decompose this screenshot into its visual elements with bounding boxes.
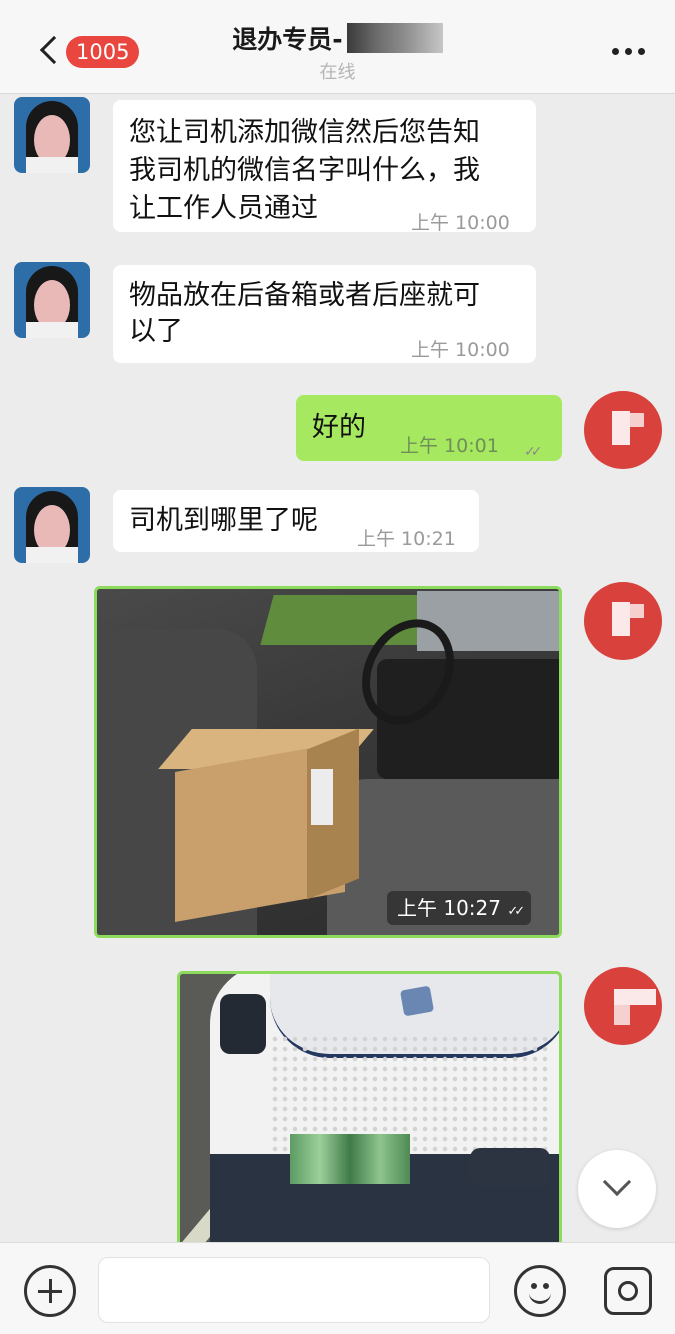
- message-bubble[interactable]: 司机到哪里了呢 上午 10:21: [113, 490, 479, 552]
- message-bubble[interactable]: 物品放在后备箱或者后座就可 以了 上午 10:00: [113, 265, 536, 363]
- message-text-line: 以了: [129, 316, 183, 347]
- more-horizontal-icon: [638, 48, 645, 55]
- blurred-license-plate: [290, 1134, 410, 1184]
- message-time: 上午 10:00: [411, 339, 510, 361]
- message-input[interactable]: [98, 1257, 490, 1323]
- agent-avatar[interactable]: [14, 97, 90, 173]
- car-logo: [399, 985, 435, 1017]
- online-status: 在线: [319, 62, 356, 83]
- camera-button[interactable]: [604, 1267, 652, 1315]
- message-text-line: 让工作人员通过: [129, 193, 318, 224]
- chevron-down-icon: [602, 1167, 632, 1197]
- attach-button[interactable]: [24, 1265, 76, 1317]
- plus-icon: [49, 1279, 52, 1303]
- more-button[interactable]: [604, 36, 654, 66]
- read-receipt-icon: ✓✓: [507, 904, 525, 919]
- smiley-icon: [529, 1292, 551, 1304]
- message-list[interactable]: 您让司机添加微信然后您告知 我司机的微信名字叫什么，我 让工作人员通过 上午 1…: [0, 95, 675, 1242]
- more-horizontal-icon: [625, 48, 632, 55]
- chat-title-wrap[interactable]: 退办专员-: [0, 20, 675, 56]
- input-bar: [0, 1242, 675, 1334]
- agent-avatar[interactable]: [14, 262, 90, 338]
- more-horizontal-icon: [612, 48, 619, 55]
- my-avatar[interactable]: [584, 582, 662, 660]
- message-text-line: 好的: [312, 412, 366, 443]
- smiley-icon: [531, 1283, 537, 1289]
- message-bubble[interactable]: 您让司机添加微信然后您告知 我司机的微信名字叫什么，我 让工作人员通过 上午 1…: [113, 100, 536, 234]
- message-text-line: 我司机的微信名字叫什么，我: [129, 155, 480, 186]
- emoji-button[interactable]: [514, 1265, 566, 1317]
- my-avatar[interactable]: [584, 391, 662, 469]
- message-text-line: 物品放在后备箱或者后座就可: [129, 280, 480, 311]
- message-time: 上午 10:21: [357, 528, 456, 550]
- message-text-line: 司机到哪里了呢: [129, 505, 318, 536]
- chat-title: 退办专员-: [232, 25, 343, 54]
- image-message-car[interactable]: [177, 971, 562, 1242]
- chat-header: 1005 退办专员- 在线: [0, 0, 675, 94]
- scroll-to-bottom-button[interactable]: [578, 1150, 656, 1228]
- redacted-name-blur: [346, 23, 443, 53]
- my-message-bubble[interactable]: 好的 上午 10:01 ✓✓: [296, 395, 562, 461]
- message-time: 上午 10:00: [411, 212, 510, 234]
- read-receipt-icon: ✓✓: [524, 444, 543, 460]
- message-text-line: 您让司机添加微信然后您告知: [129, 117, 480, 148]
- agent-avatar[interactable]: [14, 487, 90, 563]
- image-timestamp: 上午 10:27 ✓✓: [387, 891, 532, 925]
- message-time: 上午 10:01: [400, 435, 499, 457]
- image-message-box[interactable]: 上午 10:27 ✓✓: [94, 586, 562, 938]
- my-avatar[interactable]: [584, 967, 662, 1045]
- smiley-icon: [543, 1283, 549, 1289]
- camera-icon: [618, 1281, 638, 1301]
- message-time: 上午 10:27: [397, 896, 501, 920]
